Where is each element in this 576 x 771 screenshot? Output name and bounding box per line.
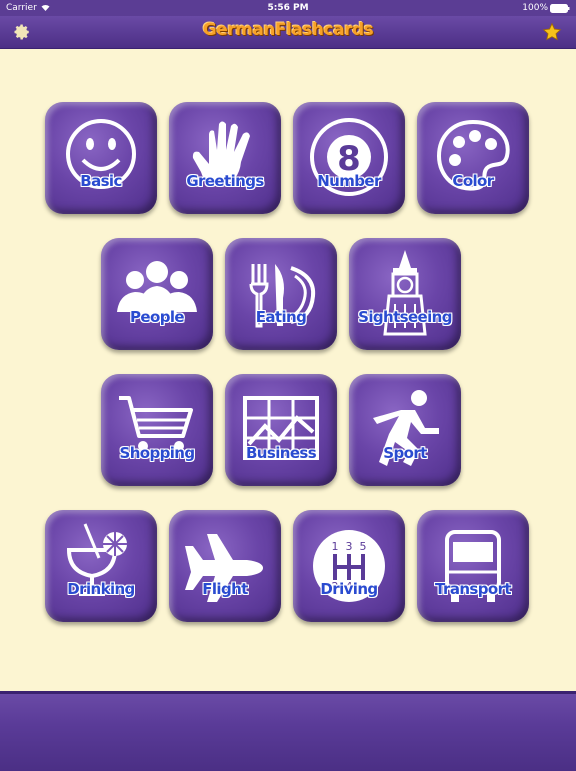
category-label: Color <box>452 172 494 190</box>
category-label: Transport <box>435 580 512 598</box>
category-label: Flight <box>202 580 248 598</box>
palette-icon <box>436 119 510 191</box>
status-bar: Carrier 5:56 PM 100% <box>0 0 576 16</box>
people-icon <box>117 261 197 316</box>
category-transport[interactable]: Transport <box>417 510 529 622</box>
battery-icon <box>550 4 570 13</box>
category-label: Shopping <box>119 444 195 462</box>
category-label: Eating <box>255 308 307 326</box>
app-title: GermanFlashcards <box>202 20 374 40</box>
category-label: Sport <box>383 444 427 462</box>
category-label: Driving <box>320 580 378 598</box>
fork-knife-plate-icon <box>249 264 316 328</box>
category-label: Greetings <box>186 172 264 190</box>
svg-text:5: 5 <box>360 540 367 553</box>
category-greetings[interactable]: Greetings <box>169 102 281 214</box>
category-label: People <box>130 308 185 326</box>
svg-text:1: 1 <box>332 540 339 553</box>
category-label: Business <box>245 444 317 462</box>
shopping-cart-icon <box>119 396 193 451</box>
status-time: 5:56 PM <box>267 3 309 13</box>
smiley-icon <box>66 119 136 189</box>
category-sightseeing[interactable]: Sightseeing <box>349 238 461 350</box>
clock-tower-icon <box>383 250 427 336</box>
battery-percent: 100% <box>522 3 548 13</box>
category-label: Sightseeing <box>358 308 452 326</box>
category-basic[interactable]: Basic <box>45 102 157 214</box>
soccer-player-icon <box>373 390 439 466</box>
number-eight-icon: 8 <box>310 118 388 196</box>
svg-text:3: 3 <box>346 540 353 553</box>
footer-bar <box>0 691 576 771</box>
airplane-icon <box>185 534 263 602</box>
category-flight[interactable]: Flight <box>169 510 281 622</box>
hand-icon <box>192 121 250 186</box>
star-icon <box>542 22 562 41</box>
cocktail-icon <box>66 523 127 596</box>
category-sport[interactable]: Sport <box>349 374 461 486</box>
bus-icon <box>445 530 501 602</box>
chart-grid-icon <box>243 396 319 460</box>
category-eating[interactable]: Eating <box>225 238 337 350</box>
category-shopping[interactable]: Shopping <box>101 374 213 486</box>
category-driving[interactable]: 1 3 5 2 4 Driving <box>293 510 405 622</box>
favorites-button[interactable] <box>542 22 562 42</box>
category-label: Basic <box>80 172 122 190</box>
category-people[interactable]: People <box>101 238 213 350</box>
category-drinking[interactable]: Drinking <box>45 510 157 622</box>
category-business[interactable]: Business <box>225 374 337 486</box>
category-label: Number <box>317 172 381 190</box>
category-label: Drinking <box>67 580 135 598</box>
category-number[interactable]: 8 Number <box>293 102 405 214</box>
category-color[interactable]: Color <box>417 102 529 214</box>
nav-bar: GermanFlashcards <box>0 16 576 49</box>
gear-shift-icon: 1 3 5 2 4 <box>313 530 385 602</box>
